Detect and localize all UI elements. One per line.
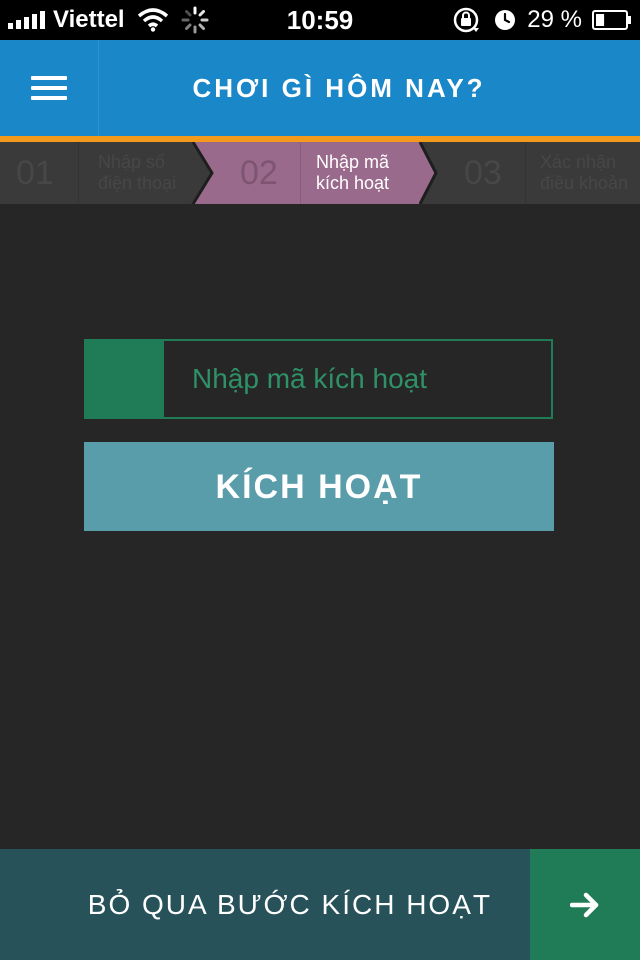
alarm-clock-icon bbox=[495, 10, 516, 30]
step-number: 03 bbox=[464, 154, 502, 192]
field-accent-block bbox=[86, 341, 164, 417]
next-button[interactable] bbox=[530, 849, 640, 960]
arrow-right-icon bbox=[570, 892, 599, 917]
skip-activation-label: BỎ QUA BƯỚC KÍCH HOẠT bbox=[87, 888, 492, 920]
page-title: CHƠI GÌ HÔM NAY? bbox=[192, 73, 486, 103]
skip-activation-button[interactable]: BỎ QUA BƯỚC KÍCH HOẠT bbox=[0, 849, 530, 960]
rotation-lock-icon bbox=[454, 7, 480, 33]
app-header: CHƠI GÌ HÔM NAY? bbox=[0, 40, 640, 142]
activate-button[interactable]: KÍCH HOẠT bbox=[84, 442, 554, 531]
battery-percentage: 29 % bbox=[527, 6, 582, 33]
steps-progress-bar: 01 Nhập số điện thoại 02 Nhập mã kích hoạt 0… bbox=[0, 142, 640, 204]
status-right: 29 % bbox=[451, 0, 632, 40]
bottom-bar: BỎ QUA BƯỚC KÍCH HOẠT bbox=[0, 849, 640, 960]
step-label: Xác nhận điều khoản bbox=[540, 152, 629, 193]
activation-code-field bbox=[84, 339, 553, 419]
menu-button[interactable] bbox=[0, 40, 99, 136]
step-03: 03 Xác nhận điều khoản bbox=[0, 142, 640, 204]
activation-code-input[interactable] bbox=[176, 341, 536, 417]
status-bar: Viettel 10:59 29 % bbox=[0, 0, 640, 40]
battery-icon bbox=[592, 10, 631, 30]
hamburger-menu-icon bbox=[31, 76, 67, 100]
